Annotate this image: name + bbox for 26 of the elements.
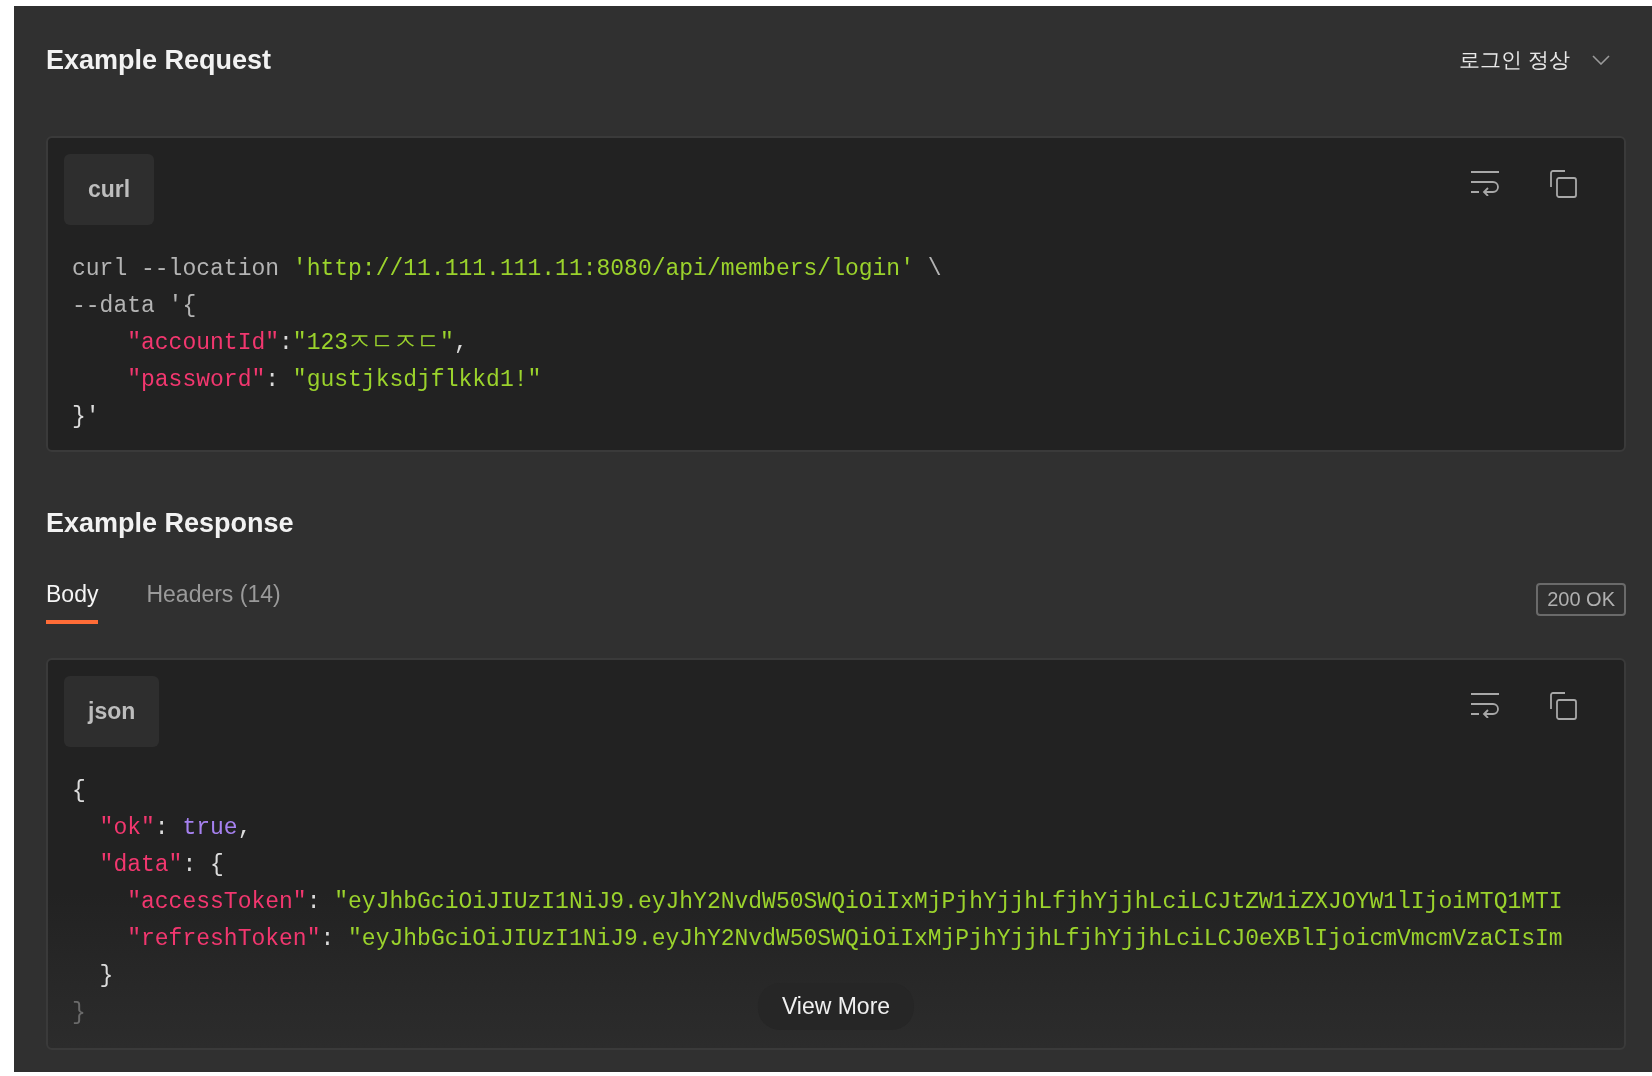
view-more-button[interactable]: View More	[757, 983, 915, 1030]
section-title: Example Request	[46, 44, 272, 76]
code-line: --data '{	[72, 292, 197, 321]
tab[interactable]: Body	[46, 575, 99, 624]
code-line: "accountId":"123ㅈㄷㅈㄷ",	[126, 329, 468, 358]
language-label: curl	[64, 154, 155, 225]
code-line: }	[72, 999, 86, 1028]
language-label: json	[64, 676, 160, 747]
section-title: Example Response	[46, 508, 294, 538]
code-line: "data": {	[98, 851, 224, 880]
code-line: }'	[72, 403, 100, 432]
code-line: curl --location 'http://11.111.111.11:8080/api/members/login' \	[72, 255, 942, 284]
code-line: {	[72, 777, 86, 806]
code-line: "ok": true,	[98, 814, 252, 843]
example-dropdown[interactable]: 로그인 정상	[1445, 46, 1624, 74]
code-line: "password": "gustjksdjflkkd1!"	[126, 366, 542, 395]
copy-icon[interactable]	[1550, 170, 1578, 198]
wrap-lines-icon[interactable]	[1470, 170, 1500, 196]
code-line: "refreshToken": "eyJhbGciOiJIUzI1NiJ9.eyJhY2NvdW50SWQiOiIxMjPjhYjjhLfjhYjjhLciLCJ0eXBlIjoicmVmcmVzaCIsIm	[126, 925, 1563, 954]
code-line: "accessToken": "eyJhbGciOiJIUzI1NiJ9.eyJhY2NvdW50SWQiOiIxMjPjhYjjhLfjhYjjhLciLCJtZW1iZXJOYW1lIjoiMTQ1MTI	[126, 888, 1563, 917]
code-line: }	[98, 962, 114, 991]
wrap-lines-icon[interactable]	[1470, 692, 1500, 718]
chevron-down-icon	[1592, 55, 1610, 65]
status-badge: 200 OK	[1536, 583, 1626, 616]
copy-icon[interactable]	[1550, 692, 1578, 720]
tab[interactable]: Headers (14)	[146, 575, 281, 624]
